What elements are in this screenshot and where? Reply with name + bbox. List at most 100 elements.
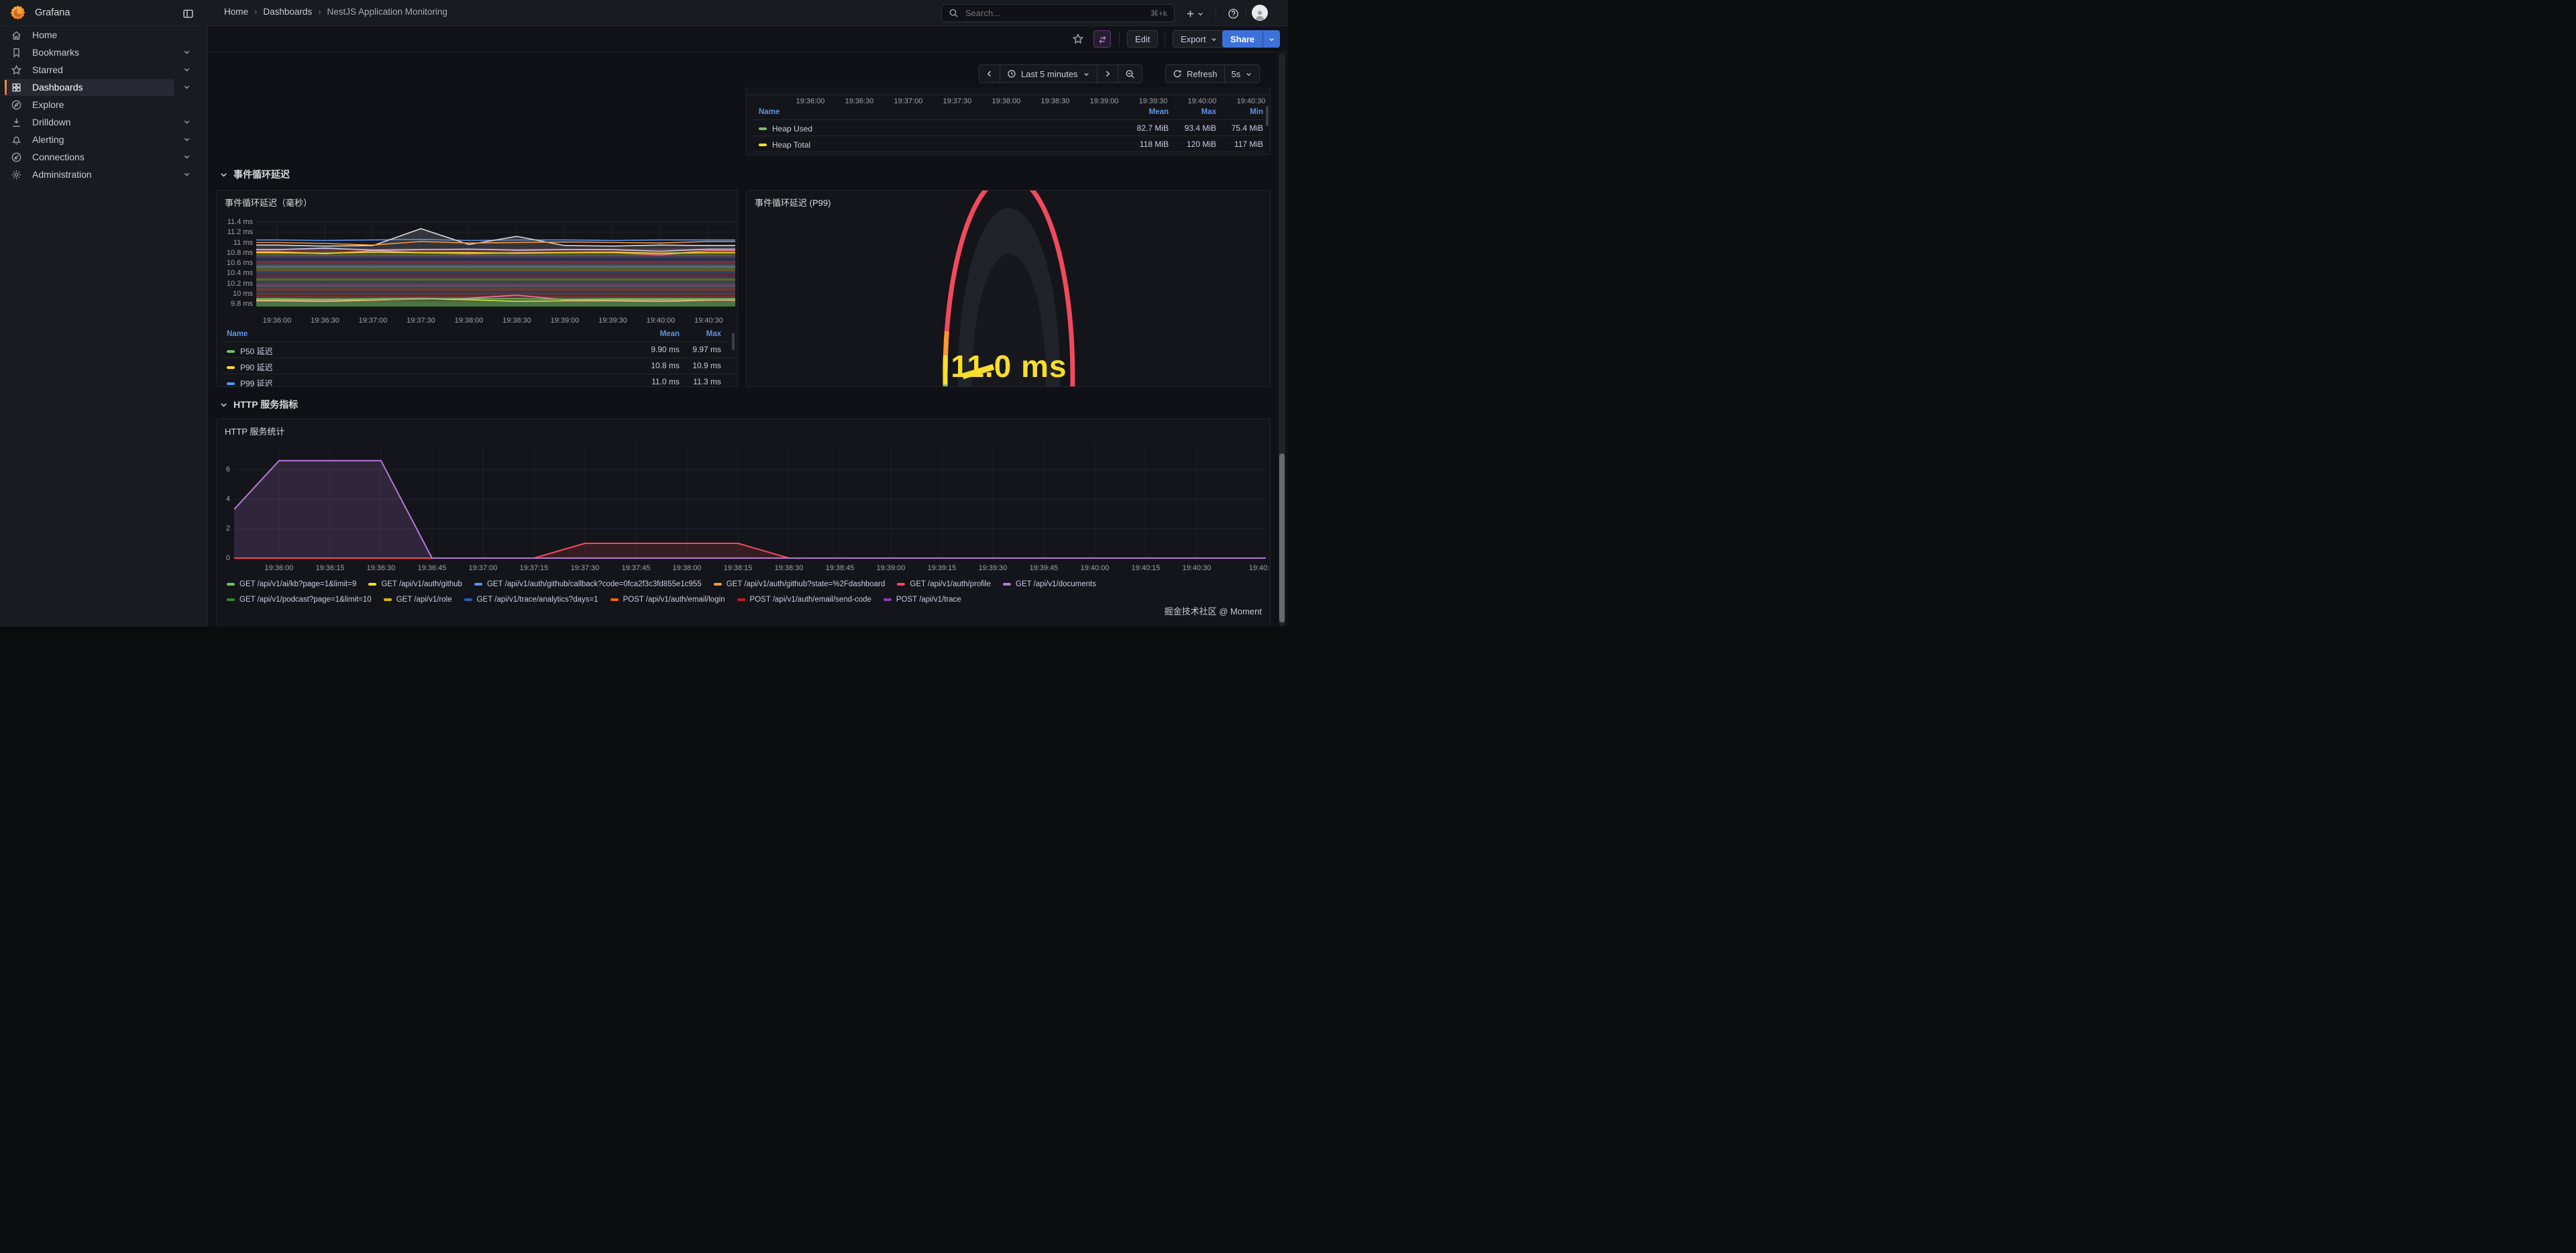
y-tick-label: 6 [218,466,230,474]
legend-series-name[interactable]: GET /api/v1/ai/kb?page=1&limit=9 [227,580,356,588]
series-color-swatch [227,382,235,385]
legend-header-mean[interactable]: Mean [1128,108,1169,116]
series-color-swatch [227,366,235,369]
favorite-star-icon[interactable] [1069,30,1087,48]
series-color-swatch [883,598,892,601]
chevron-down-icon[interactable] [182,65,193,75]
share-menu-button[interactable] [1263,30,1280,48]
sidebar-item-explore[interactable]: Explore [0,97,208,113]
zoom-out-button[interactable] [1118,65,1142,83]
chevron-down-icon[interactable] [182,83,193,93]
sidebar-item-dashboards[interactable]: Dashboards [0,79,208,96]
help-icon[interactable] [1224,4,1242,23]
search-box[interactable]: ⌘+k [941,4,1175,22]
legend-header-name[interactable]: Name [227,330,248,338]
time-shift-forward-button[interactable] [1097,65,1118,83]
http-chart[interactable] [234,443,1266,559]
time-range-controls: Last 5 minutes [979,64,1142,83]
sidebar-item-starred[interactable]: Starred [0,62,208,78]
avatar[interactable] [1252,5,1268,21]
legend-series-name[interactable]: P90 延迟 [227,362,273,373]
legend-series-name[interactable]: GET /api/v1/podcast?page=1&limit=10 [227,596,372,604]
sidebar-item-label: Explore [32,99,64,110]
legend-scrollbar[interactable] [732,333,735,350]
shared-dashboard-icon[interactable] [1093,30,1111,48]
legend-series-name[interactable]: Heap Used [759,124,812,133]
y-tick-label: 10.4 ms [221,269,253,277]
time-range-picker[interactable]: Last 5 minutes [1000,65,1097,83]
legend-stat-value: 120 MiB [1169,140,1216,149]
eventloop-chart[interactable] [256,218,735,307]
legend-series-name[interactable]: P50 延迟 [227,345,273,357]
sidebar-item-drilldown[interactable]: Drilldown [0,114,208,131]
x-tick-label: 19:39:00 [1090,97,1119,105]
grafana-logo[interactable] [9,5,26,21]
legend-series-name[interactable]: POST /api/v1/trace [883,596,961,604]
legend-series-name[interactable]: POST /api/v1/auth/email/send-code [737,596,871,604]
sidebar-toggle-icon[interactable] [178,4,197,23]
breadcrumb-item[interactable]: Home [224,7,248,17]
share-button[interactable]: Share [1222,30,1263,48]
sidebar-item-connections[interactable]: Connections [0,149,208,166]
x-tick-label: 19:36:15 [316,564,345,572]
refresh-button[interactable]: Refresh [1166,65,1225,83]
legend-series-name[interactable]: GET /api/v1/auth/profile [897,580,991,588]
http-legend-row: GET /api/v1/ai/kb?page=1&limit=9 GET /api… [227,580,1096,588]
x-tick-label: 19:40: [1249,564,1270,572]
search-icon [949,8,959,18]
x-tick-label: 19:40:30 [694,317,723,325]
chevron-down-icon[interactable] [182,152,193,162]
legend-series-name[interactable]: GET /api/v1/role [384,596,452,604]
time-shift-back-button[interactable] [979,65,1000,83]
sidebar-item-administration[interactable]: Administration [0,166,208,183]
http-chart-panel[interactable]: HTTP 服务统计 0246 19:36:0019:36:1519:36:301… [216,419,1271,626]
legend-series-name[interactable]: P99 延迟 [227,378,273,387]
refresh-interval-picker[interactable]: 5s [1225,65,1260,83]
refresh-icon [1173,69,1182,78]
edit-button[interactable]: Edit [1127,30,1158,48]
gear-icon [11,169,22,180]
series-color-swatch [384,598,392,601]
x-tick-label: 19:39:30 [1139,97,1168,105]
legend-header-max[interactable]: Max [684,330,721,338]
chevron-down-icon[interactable] [182,117,193,127]
sidebar-item-bookmarks[interactable]: Bookmarks [0,44,208,61]
gauge-value: 11.0 ms [951,348,1067,384]
x-tick-label: 19:37:30 [571,564,600,572]
legend-series-name[interactable]: GET /api/v1/auth/github?state=%2Fdashboa… [714,580,885,588]
page-scrollbar-thumb[interactable] [1279,453,1285,622]
series-color-swatch [759,144,767,146]
legend-scrollbar[interactable] [1266,106,1269,126]
bookmark-icon [11,47,22,58]
legend-header-max[interactable]: Max [1176,108,1216,116]
legend-header-mean[interactable]: Mean [643,330,680,338]
page-scrollbar-track[interactable] [1279,53,1285,626]
export-button[interactable]: Export [1173,30,1226,48]
legend-header-min[interactable]: Min [1223,108,1263,116]
sidebar-item-alerting[interactable]: Alerting [0,131,208,148]
legend-series-name[interactable]: Heap Total [759,140,810,150]
legend-series-name[interactable]: GET /api/v1/auth/github/callback?code=0f… [474,580,702,588]
legend-series-name[interactable]: GET /api/v1/auth/github [368,580,462,588]
legend-series-name[interactable]: POST /api/v1/auth/email/login [610,596,725,604]
section-http[interactable]: HTTP 服务指标 [219,398,298,411]
eventloop-chart-panel[interactable]: 事件循环延迟（毫秒） 11.4 ms11.2 ms11 ms10.8 ms10.… [216,190,738,387]
legend-series-name[interactable]: GET /api/v1/documents [1003,580,1096,588]
legend-series-name[interactable]: GET /api/v1/trace/analytics?days=1 [464,596,598,604]
section-eventloop[interactable]: 事件循环延迟 [219,168,290,181]
x-tick-label: 19:38:00 [673,564,702,572]
sidebar-item-home[interactable]: Home [0,27,208,44]
legend-header-name[interactable]: Name [759,108,780,116]
gauge-panel[interactable]: 事件循环延迟 (P99) 11.0 ms [746,190,1271,387]
series-color-swatch [464,598,472,601]
chevron-down-icon[interactable] [182,170,193,180]
chevron-down-icon[interactable] [182,135,193,145]
search-input[interactable] [964,7,1145,19]
legend-stat-value: 118 MiB [1122,140,1169,149]
chevron-down-icon[interactable] [182,48,193,58]
breadcrumb-item[interactable]: Dashboards [263,7,312,17]
add-new-button[interactable] [1183,4,1207,23]
compass-icon [11,99,22,111]
memory-panel[interactable]: 19:36:0019:36:3019:37:0019:37:3019:38:00… [746,87,1271,155]
y-tick-label: 0 [218,554,230,562]
